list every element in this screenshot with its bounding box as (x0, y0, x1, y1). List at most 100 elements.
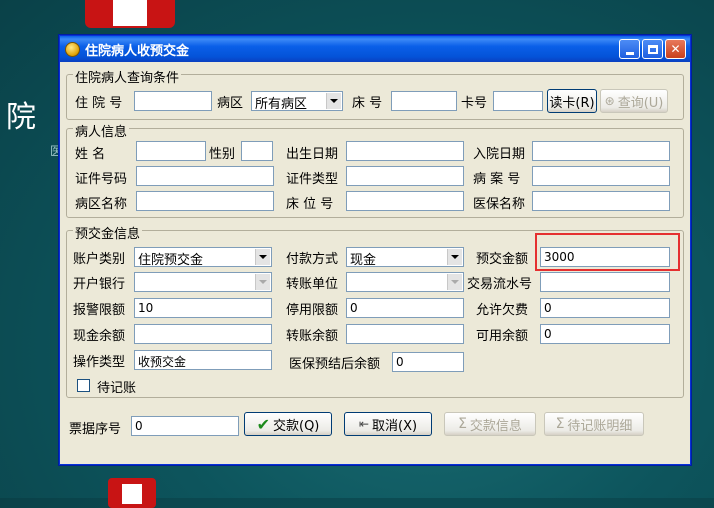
record-no-input[interactable] (532, 166, 670, 186)
card-input[interactable] (493, 91, 543, 111)
op-type-label: 操作类型 (73, 355, 126, 370)
cash-balance-input[interactable] (134, 324, 272, 344)
name-input[interactable] (136, 141, 206, 161)
payment-method-label: 付款方式 (286, 252, 339, 267)
allow-arrears-input[interactable]: 0 (540, 298, 670, 318)
transfer-balance-label: 转账余额 (286, 329, 339, 344)
cash-balance-label: 现金余额 (73, 329, 126, 344)
available-balance-label: 可用余额 (476, 329, 529, 344)
op-type-input[interactable]: 收预交金 (134, 350, 272, 370)
ward-name-label: 病区名称 (75, 197, 128, 212)
admission-date-input[interactable] (532, 141, 670, 161)
txn-no-label: 交易流水号 (467, 277, 533, 292)
deposit-legend: 预交金信息 (73, 223, 143, 242)
transfer-balance-input[interactable] (346, 324, 464, 344)
id-no-input[interactable] (136, 166, 274, 186)
cancel-label: 取消(X) (372, 418, 418, 434)
birth-date-input[interactable] (346, 141, 464, 161)
transfer-unit-label: 转账单位 (286, 277, 339, 292)
transfer-unit-select[interactable] (346, 272, 464, 292)
account-type-value: 住院预交金 (138, 253, 204, 267)
ward-select-value: 所有病区 (255, 97, 308, 111)
query-group: 住院病人查询条件 住 院 号 病区 所有病区 床 号 卡号 读卡(R) ⊛ 查询… (66, 67, 684, 120)
exit-icon: ⇤ (358, 417, 369, 431)
read-card-button[interactable]: 读卡(R) (547, 89, 597, 113)
insurance-balance-input[interactable]: 0 (392, 352, 464, 372)
card-label: 卡号 (461, 96, 488, 111)
account-type-label: 账户类别 (73, 252, 126, 267)
pay-label: 交款(Q) (273, 418, 320, 434)
pending-detail-label: 待记账明细 (567, 418, 633, 434)
stop-limit-input[interactable]: 0 (346, 298, 464, 318)
sigma-icon: Σ (458, 416, 467, 432)
insurance-name-label: 医保名称 (473, 197, 526, 212)
cancel-button[interactable]: ⇤ 取消(X) (344, 412, 432, 436)
maximize-icon (647, 44, 658, 54)
chevron-down-icon[interactable] (255, 274, 270, 290)
insurance-balance-label: 医保预结后余额 (289, 357, 381, 372)
red-cross-top-white (113, 0, 147, 26)
sigma-icon: Σ (555, 416, 565, 432)
stop-limit-label: 停用限额 (286, 303, 339, 318)
record-no-label: 病 案 号 (473, 172, 521, 187)
payment-method-value: 现金 (350, 253, 377, 267)
bed-label: 床 号 (352, 96, 383, 111)
query-legend: 住院病人查询条件 (73, 67, 182, 86)
insurance-name-input[interactable] (532, 191, 670, 211)
id-no-label: 证件号码 (75, 172, 128, 187)
bed-no-input[interactable] (346, 191, 464, 211)
deposit-amount-label: 预交金额 (476, 252, 529, 267)
pay-info-button[interactable]: Σ 交款信息 (444, 412, 536, 436)
patient-legend: 病人信息 (73, 121, 130, 140)
id-type-input[interactable] (346, 166, 464, 186)
window-title: 住院病人收预交金 (85, 43, 190, 59)
check-icon: ✔ (256, 414, 270, 434)
search-label: 查询(U) (617, 95, 664, 111)
minimize-icon (625, 51, 634, 55)
admission-date-label: 入院日期 (473, 147, 526, 162)
pending-detail-button[interactable]: Σ 待记账明细 (544, 412, 644, 436)
birth-date-label: 出生日期 (286, 147, 339, 162)
available-balance-input[interactable]: 0 (540, 324, 670, 344)
coin-icon (65, 41, 80, 57)
maximize-button[interactable] (642, 39, 663, 59)
ward-label: 病区 (217, 96, 244, 111)
inpatient-no-input[interactable] (134, 91, 212, 111)
deposit-amount-highlight (535, 233, 680, 271)
chevron-down-icon[interactable] (447, 274, 462, 290)
read-card-label: 读卡(R) (549, 95, 595, 111)
id-type-label: 证件类型 (286, 172, 339, 187)
minimize-button[interactable] (619, 39, 640, 59)
chevron-down-icon[interactable] (326, 93, 341, 109)
alarm-limit-label: 报警限额 (73, 303, 126, 318)
ward-select[interactable]: 所有病区 (251, 91, 343, 111)
title-bar[interactable]: 住院病人收预交金 ✕ (60, 36, 690, 62)
close-icon: ✕ (670, 42, 681, 56)
binoculars-icon: ⊛ (604, 94, 615, 108)
gender-input[interactable] (241, 141, 273, 161)
red-cross-bottom-white (122, 484, 142, 504)
inpatient-no-label: 住 院 号 (75, 96, 123, 111)
txn-no-input[interactable] (540, 272, 670, 292)
gender-label: 性别 (209, 147, 236, 162)
pay-info-label: 交款信息 (469, 418, 522, 434)
receipt-no-label: 票据序号 (69, 422, 122, 437)
payment-method-select[interactable]: 现金 (346, 247, 464, 267)
bank-label: 开户银行 (73, 277, 126, 292)
search-button[interactable]: ⊛ 查询(U) (600, 89, 668, 113)
alarm-limit-input[interactable]: 10 (134, 298, 272, 318)
bank-select[interactable] (134, 272, 272, 292)
close-button[interactable]: ✕ (665, 39, 686, 59)
chevron-down-icon[interactable] (255, 249, 270, 265)
bed-no-label: 床 位 号 (286, 197, 334, 212)
receipt-no-input[interactable]: 0 (131, 416, 239, 436)
account-type-select[interactable]: 住院预交金 (134, 247, 272, 267)
pending-checkbox[interactable] (77, 379, 90, 392)
chevron-down-icon[interactable] (447, 249, 462, 265)
pending-label: 待记账 (97, 381, 137, 396)
name-label: 姓 名 (75, 147, 106, 162)
patient-group: 病人信息 姓 名 性别 出生日期 入院日期 证件号码 证件类型 病 案 号 病区… (66, 121, 684, 218)
pay-button[interactable]: ✔ 交款(Q) (244, 412, 332, 436)
ward-name-input[interactable] (136, 191, 274, 211)
bed-input[interactable] (391, 91, 457, 111)
